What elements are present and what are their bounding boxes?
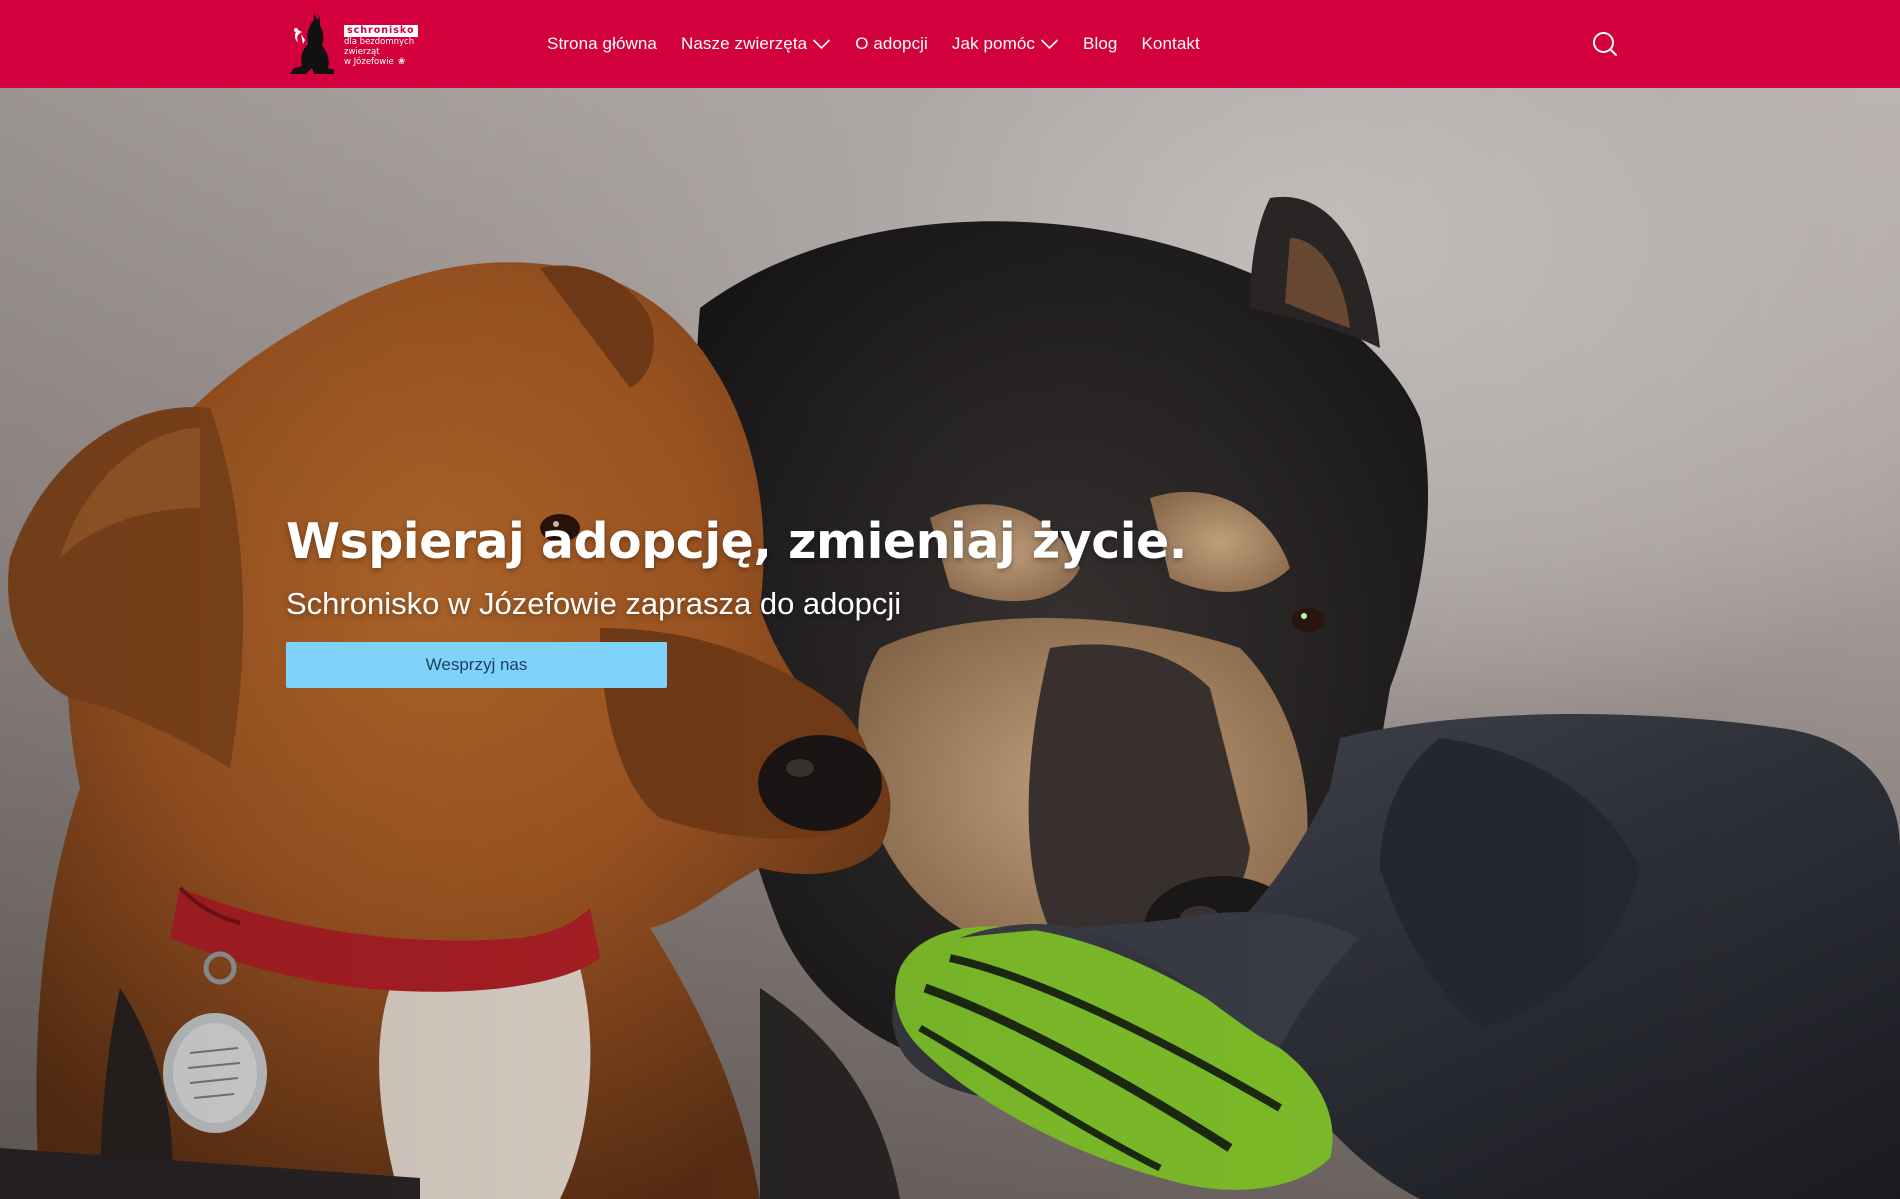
nav-item-how-to-help[interactable]: Jak pomóc <box>952 34 1059 54</box>
dog-and-cat-silhouette-icon <box>290 12 334 74</box>
nav-item-label: O adopcji <box>855 34 928 53</box>
support-us-button[interactable]: Wesprzyj nas <box>286 642 667 688</box>
hero-section: Wspieraj adopcję, zmieniaj życie. Schron… <box>0 88 1900 1199</box>
nav-item-label: Nasze zwierzęta <box>680 34 808 53</box>
nav-item-about-adoption[interactable]: O adopcji <box>855 34 928 54</box>
hero-subtitle: Schronisko w Józefowie zaprasza do adopc… <box>286 586 902 621</box>
nav-item-blog[interactable]: Blog <box>1083 34 1117 54</box>
nav-item-label: Blog <box>1083 34 1118 53</box>
nav-item-home[interactable]: Strona główna <box>547 34 657 54</box>
main-navigation: Strona główna Nasze zwierzęta O adopcji … <box>547 0 1200 88</box>
chevron-down-icon <box>1040 39 1059 50</box>
site-logo[interactable]: schronisko dla bezdomnych zwierząt w Józ… <box>284 10 426 78</box>
chevron-down-icon <box>813 39 831 50</box>
hero-content: Wspieraj adopcję, zmieniaj życie. Schron… <box>286 504 1187 688</box>
logo-badge: schronisko <box>344 25 418 37</box>
paw-icon: ❀ <box>397 57 406 67</box>
hero-title: Wspieraj adopcję, zmieniaj życie. <box>286 513 1187 570</box>
logo-line-3: w Józefowie <box>344 57 394 67</box>
logo-line-2: zwierząt <box>344 47 380 57</box>
logo-wordmark: schronisko dla bezdomnych zwierząt w Józ… <box>344 18 418 67</box>
nav-item-our-animals[interactable]: Nasze zwierzęta <box>681 34 831 54</box>
nav-item-label: Jak pomóc <box>951 34 1036 53</box>
logo-line-1: dla bezdomnych <box>344 37 415 47</box>
nav-item-contact[interactable]: Kontakt <box>1141 34 1199 54</box>
nav-item-label: Kontakt <box>1141 34 1200 53</box>
search-icon <box>1593 32 1617 56</box>
site-header: schronisko dla bezdomnych zwierząt w Józ… <box>0 0 1900 88</box>
search-button[interactable] <box>1592 31 1618 57</box>
nav-item-label: Strona główna <box>547 34 657 53</box>
